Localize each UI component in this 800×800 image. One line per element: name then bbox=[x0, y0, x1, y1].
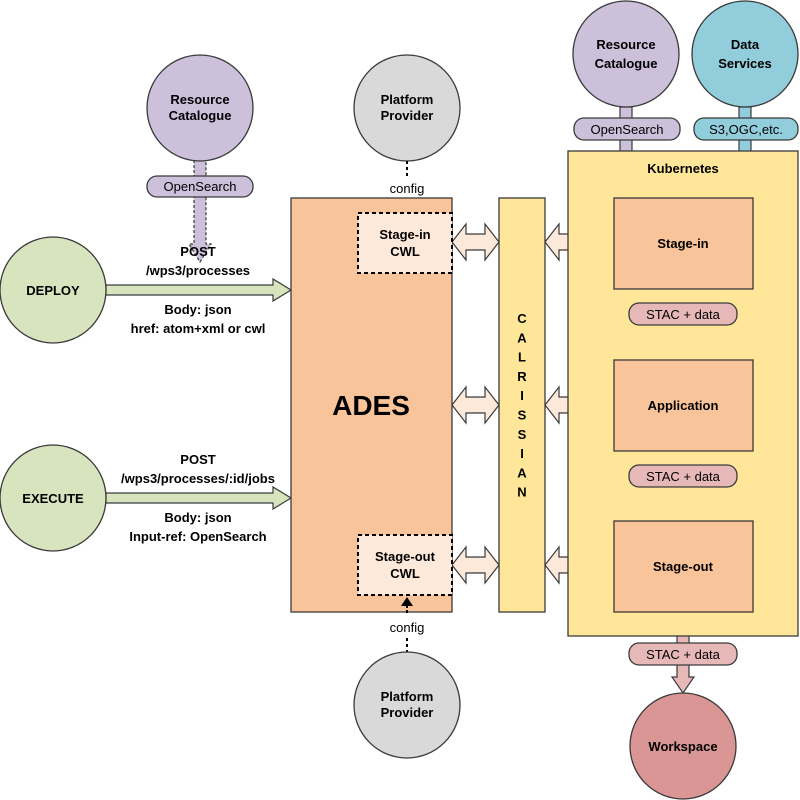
right-catalogue-label-1: Resource bbox=[596, 37, 655, 52]
stage-in-cwl-label-2: CWL bbox=[390, 244, 420, 259]
deploy-extra: href: atom+xml or cwl bbox=[131, 321, 266, 336]
stac-data-label: STAC + data bbox=[646, 469, 721, 484]
ades-calrissian-stage-out-arrow bbox=[451, 545, 500, 585]
platform-bottom-label-1: Platform bbox=[381, 689, 434, 704]
deploy-body: Body: json bbox=[164, 302, 231, 317]
stac-data-label: STAC + data bbox=[646, 307, 721, 322]
platform-bottom-label-2: Provider bbox=[381, 705, 434, 720]
right-catalogue-label-2: Catalogue bbox=[595, 56, 658, 71]
stage-out-step-label: Stage-out bbox=[653, 559, 714, 574]
calrissian-letter: R bbox=[517, 369, 527, 384]
execute-extra: Input-ref: OpenSearch bbox=[129, 529, 266, 544]
right-opensearch-label: OpenSearch bbox=[591, 122, 664, 137]
stage-out-cwl-label-2: CWL bbox=[390, 566, 420, 581]
platform-top-label-2: Provider bbox=[381, 108, 434, 123]
ades-architecture-diagram: Resource Catalogue OpenSearch Platform P… bbox=[0, 0, 799, 800]
calrissian-letter: L bbox=[518, 350, 526, 365]
ades-label: ADES bbox=[332, 390, 410, 421]
execute-label: EXECUTE bbox=[22, 491, 84, 506]
calrissian-letter: S bbox=[518, 408, 527, 423]
stage-in-cwl-box bbox=[357, 212, 453, 274]
config-top-label: config bbox=[390, 181, 425, 196]
stage-out-cwl-label-1: Stage-out bbox=[375, 549, 436, 564]
calrissian-letter: A bbox=[517, 465, 527, 480]
left-catalogue-label-1: Resource bbox=[170, 92, 229, 107]
execute-method: POST bbox=[180, 452, 215, 467]
data-services-node bbox=[691, 0, 799, 108]
left-opensearch-label: OpenSearch bbox=[164, 179, 237, 194]
calrissian-letter: N bbox=[517, 485, 526, 500]
calrissian-letter: I bbox=[520, 446, 524, 461]
calrissian-letter: C bbox=[517, 311, 527, 326]
execute-path: /wps3/processes/:id/jobs bbox=[121, 471, 275, 486]
execute-arrow bbox=[105, 485, 293, 511]
calrissian-letter: I bbox=[520, 388, 524, 403]
deploy-label: DEPLOY bbox=[26, 283, 80, 298]
right-resource-catalogue-node bbox=[572, 0, 680, 108]
data-services-label-1: Data bbox=[731, 37, 760, 52]
ades-calrissian-stage-in-arrow bbox=[451, 222, 500, 262]
data-services-label-2: Services bbox=[718, 56, 772, 71]
left-catalogue-label-2: Catalogue bbox=[169, 108, 232, 123]
calrissian-letter: A bbox=[517, 330, 527, 345]
deploy-method: POST bbox=[180, 244, 215, 259]
config-bottom-label: config bbox=[390, 620, 425, 635]
kubernetes-label: Kubernetes bbox=[647, 161, 719, 176]
workspace-label: Workspace bbox=[648, 739, 717, 754]
platform-top-label-1: Platform bbox=[381, 92, 434, 107]
stage-in-step-label: Stage-in bbox=[657, 236, 708, 251]
stage-in-cwl-label-1: Stage-in bbox=[379, 227, 430, 242]
stage-out-cwl-box bbox=[357, 534, 453, 596]
deploy-arrow bbox=[105, 277, 293, 303]
execute-body: Body: json bbox=[164, 510, 231, 525]
calrissian-letter: S bbox=[518, 427, 527, 442]
deploy-path: /wps3/processes bbox=[146, 263, 250, 278]
calrissian-box bbox=[498, 197, 546, 613]
application-step-label: Application bbox=[648, 398, 719, 413]
stac-data-label: STAC + data bbox=[646, 647, 721, 662]
ades-calrissian-application-arrow bbox=[451, 385, 500, 425]
data-services-interface-label: S3,OGC,etc. bbox=[709, 122, 783, 137]
